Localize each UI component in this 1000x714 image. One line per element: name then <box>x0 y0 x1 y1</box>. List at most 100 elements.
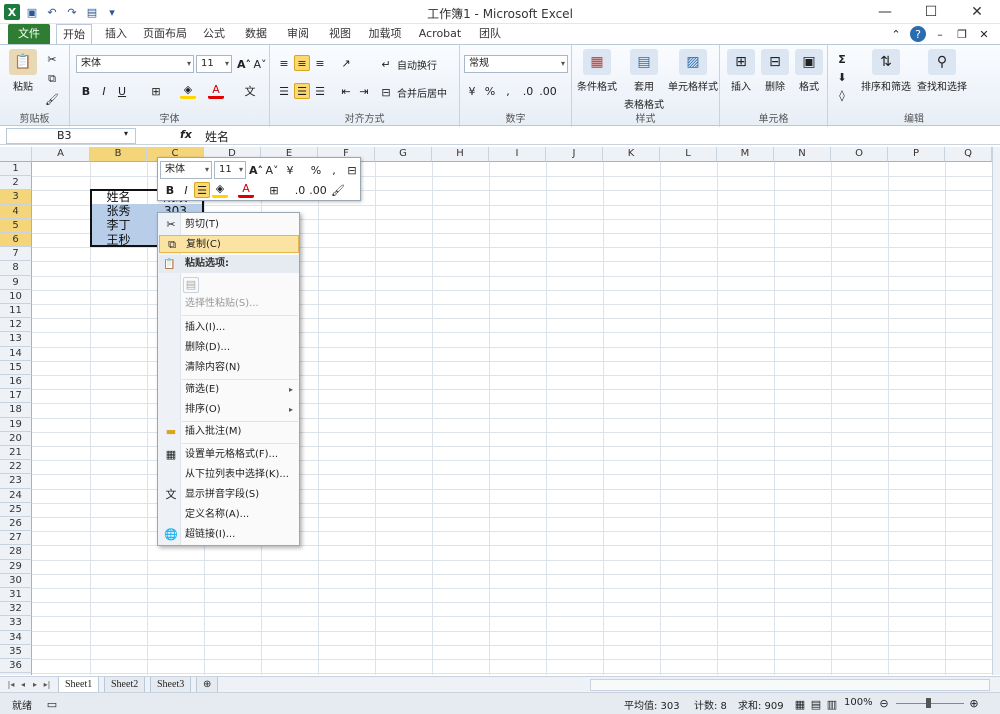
sheet-tab-3[interactable]: Sheet3 <box>150 677 192 693</box>
prev-sheet-icon[interactable]: ◂ <box>18 679 28 691</box>
tab-data[interactable]: 数据 <box>240 24 272 44</box>
mini-fill-color-icon[interactable]: ◈ <box>212 182 228 198</box>
col-header-m[interactable]: M <box>717 147 774 162</box>
paste-option-default[interactable]: ▤ <box>159 275 299 295</box>
row-header[interactable]: 30 <box>0 573 32 588</box>
row-header[interactable]: 36 <box>0 659 32 674</box>
underline-button[interactable]: U <box>114 83 130 99</box>
row-header[interactable]: 18 <box>0 403 32 418</box>
minimize-button[interactable]: — <box>862 0 908 24</box>
mini-font-color-icon[interactable]: A <box>238 182 254 198</box>
page-layout-view-icon[interactable]: ▤ <box>808 696 824 712</box>
align-middle-icon[interactable]: ≡ <box>294 55 310 71</box>
mini-italic-button[interactable]: I <box>178 182 194 198</box>
wrap-text-button[interactable]: ↵ 自动换行 <box>378 56 437 72</box>
mini-bold-button[interactable]: B <box>162 182 178 198</box>
shrink-font-icon[interactable]: A˅ <box>252 56 268 72</box>
format-as-table-button[interactable]: ▤ 套用 表格格式 <box>622 49 666 111</box>
row-header[interactable]: 16 <box>0 375 32 390</box>
zoom-slider-thumb[interactable] <box>926 698 931 708</box>
help-icon[interactable]: ? <box>910 26 926 42</box>
insert-function-icon[interactable]: fx <box>180 128 192 141</box>
row-header[interactable]: 17 <box>0 389 32 404</box>
first-sheet-icon[interactable]: |◂ <box>6 679 16 691</box>
cell-b5[interactable]: 李丁 <box>90 218 147 232</box>
menu-item-insert[interactable]: 插入(I)... <box>159 319 299 337</box>
sort-filter-button[interactable]: ⇅ 排序和筛选 <box>860 49 912 93</box>
tab-page-layout[interactable]: 页面布局 <box>140 24 190 44</box>
row-header[interactable]: 20 <box>0 431 32 446</box>
col-header-g[interactable]: G <box>375 147 432 162</box>
mini-percent-icon[interactable]: % <box>308 162 324 178</box>
decrease-decimal-icon[interactable]: .00 <box>539 83 557 99</box>
row-header[interactable]: 23 <box>0 474 32 489</box>
col-header-p[interactable]: P <box>888 147 945 162</box>
menu-item-hyperlink[interactable]: 🌐 超链接(I)... <box>159 526 299 544</box>
delete-cells-button[interactable]: ⊟ 删除 <box>760 49 790 93</box>
paste-button[interactable]: 📋 粘贴 <box>8 49 38 93</box>
col-header-n[interactable]: N <box>774 147 831 162</box>
decrease-indent-icon[interactable]: ⇤ <box>338 83 354 99</box>
mini-borders-icon[interactable]: ⊞ <box>266 182 282 198</box>
select-all-corner[interactable] <box>0 147 32 162</box>
macro-record-icon[interactable]: ▭ <box>44 696 60 712</box>
menu-item-comment[interactable]: ▬ 插入批注(M) <box>159 423 299 441</box>
align-left-icon[interactable]: ☰ <box>276 83 292 99</box>
find-select-button[interactable]: ⚲ 查找和选择 <box>916 49 968 93</box>
mini-currency-icon[interactable]: ¥ <box>282 162 298 178</box>
col-header-q[interactable]: Q <box>945 147 992 162</box>
row-header[interactable]: 8 <box>0 261 32 276</box>
row-header[interactable]: 11 <box>0 304 32 319</box>
row-header[interactable]: 2 <box>0 176 32 191</box>
mini-size-select[interactable]: 11 ▾ <box>214 161 246 179</box>
cell-b6[interactable]: 王秒 <box>90 233 147 247</box>
mini-increase-decimal-icon[interactable]: .0 <box>292 182 308 198</box>
increase-decimal-icon[interactable]: .0 <box>520 83 536 99</box>
sheet-tab-2[interactable]: Sheet2 <box>104 677 146 693</box>
row-header[interactable]: 28 <box>0 545 32 560</box>
tab-file[interactable]: 文件 <box>8 24 50 44</box>
row-header[interactable]: 7 <box>0 247 32 262</box>
tab-addins[interactable]: 加载项 <box>364 24 406 44</box>
col-header-k[interactable]: K <box>603 147 660 162</box>
menu-item-format-cells[interactable]: ▦ 设置单元格格式(F)... <box>159 446 299 464</box>
doc-close-icon[interactable]: ✕ <box>976 26 992 42</box>
increase-indent-icon[interactable]: ⇥ <box>356 83 372 99</box>
grow-font-icon[interactable]: A˄ <box>236 56 252 72</box>
mini-font-select[interactable]: 宋体 ▾ <box>160 161 212 179</box>
vertical-scrollbar[interactable] <box>992 147 1000 675</box>
col-header-l[interactable]: L <box>660 147 717 162</box>
menu-item-sort[interactable]: 排序(O) ▸ <box>159 401 299 419</box>
bold-button[interactable]: B <box>78 83 94 99</box>
new-sheet-icon[interactable]: ⊕ <box>196 677 219 693</box>
borders-icon[interactable]: ⊞ <box>148 83 164 99</box>
row-header[interactable]: 25 <box>0 502 32 517</box>
cut-icon[interactable]: ✂ <box>44 51 60 67</box>
autosum-icon[interactable]: Σ <box>834 51 850 67</box>
name-box[interactable]: B3 <box>6 128 136 144</box>
orientation-icon[interactable]: ↗ <box>338 55 354 71</box>
row-header[interactable]: 19 <box>0 417 32 432</box>
doc-minimize-icon[interactable]: – <box>932 26 948 42</box>
row-header[interactable]: 10 <box>0 289 32 304</box>
copy-icon[interactable]: ⧉ <box>44 71 60 87</box>
col-header-b[interactable]: B <box>90 147 147 162</box>
row-header[interactable]: 22 <box>0 460 32 475</box>
menu-item-clear[interactable]: 清除内容(N) <box>159 359 299 377</box>
row-header[interactable]: 4 <box>0 204 32 219</box>
font-name-select[interactable]: 宋体 ▾ <box>76 55 194 73</box>
row-header[interactable]: 27 <box>0 531 32 546</box>
insert-cells-button[interactable]: ⊞ 插入 <box>726 49 756 93</box>
tab-home[interactable]: 开始 <box>56 24 92 45</box>
align-center-icon[interactable]: ☰ <box>294 83 310 99</box>
align-bottom-icon[interactable]: ≡ <box>312 55 328 71</box>
tab-acrobat[interactable]: Acrobat <box>416 24 464 44</box>
row-header[interactable]: 26 <box>0 517 32 532</box>
menu-item-copy[interactable]: ⧉ 复制(C) <box>159 235 299 253</box>
normal-view-icon[interactable]: ▦ <box>792 696 808 712</box>
tab-view[interactable]: 视图 <box>324 24 356 44</box>
row-header[interactable]: 15 <box>0 360 32 375</box>
row-header[interactable]: 13 <box>0 332 32 347</box>
row-header[interactable]: 35 <box>0 644 32 659</box>
row-header[interactable]: 6 <box>0 233 32 248</box>
